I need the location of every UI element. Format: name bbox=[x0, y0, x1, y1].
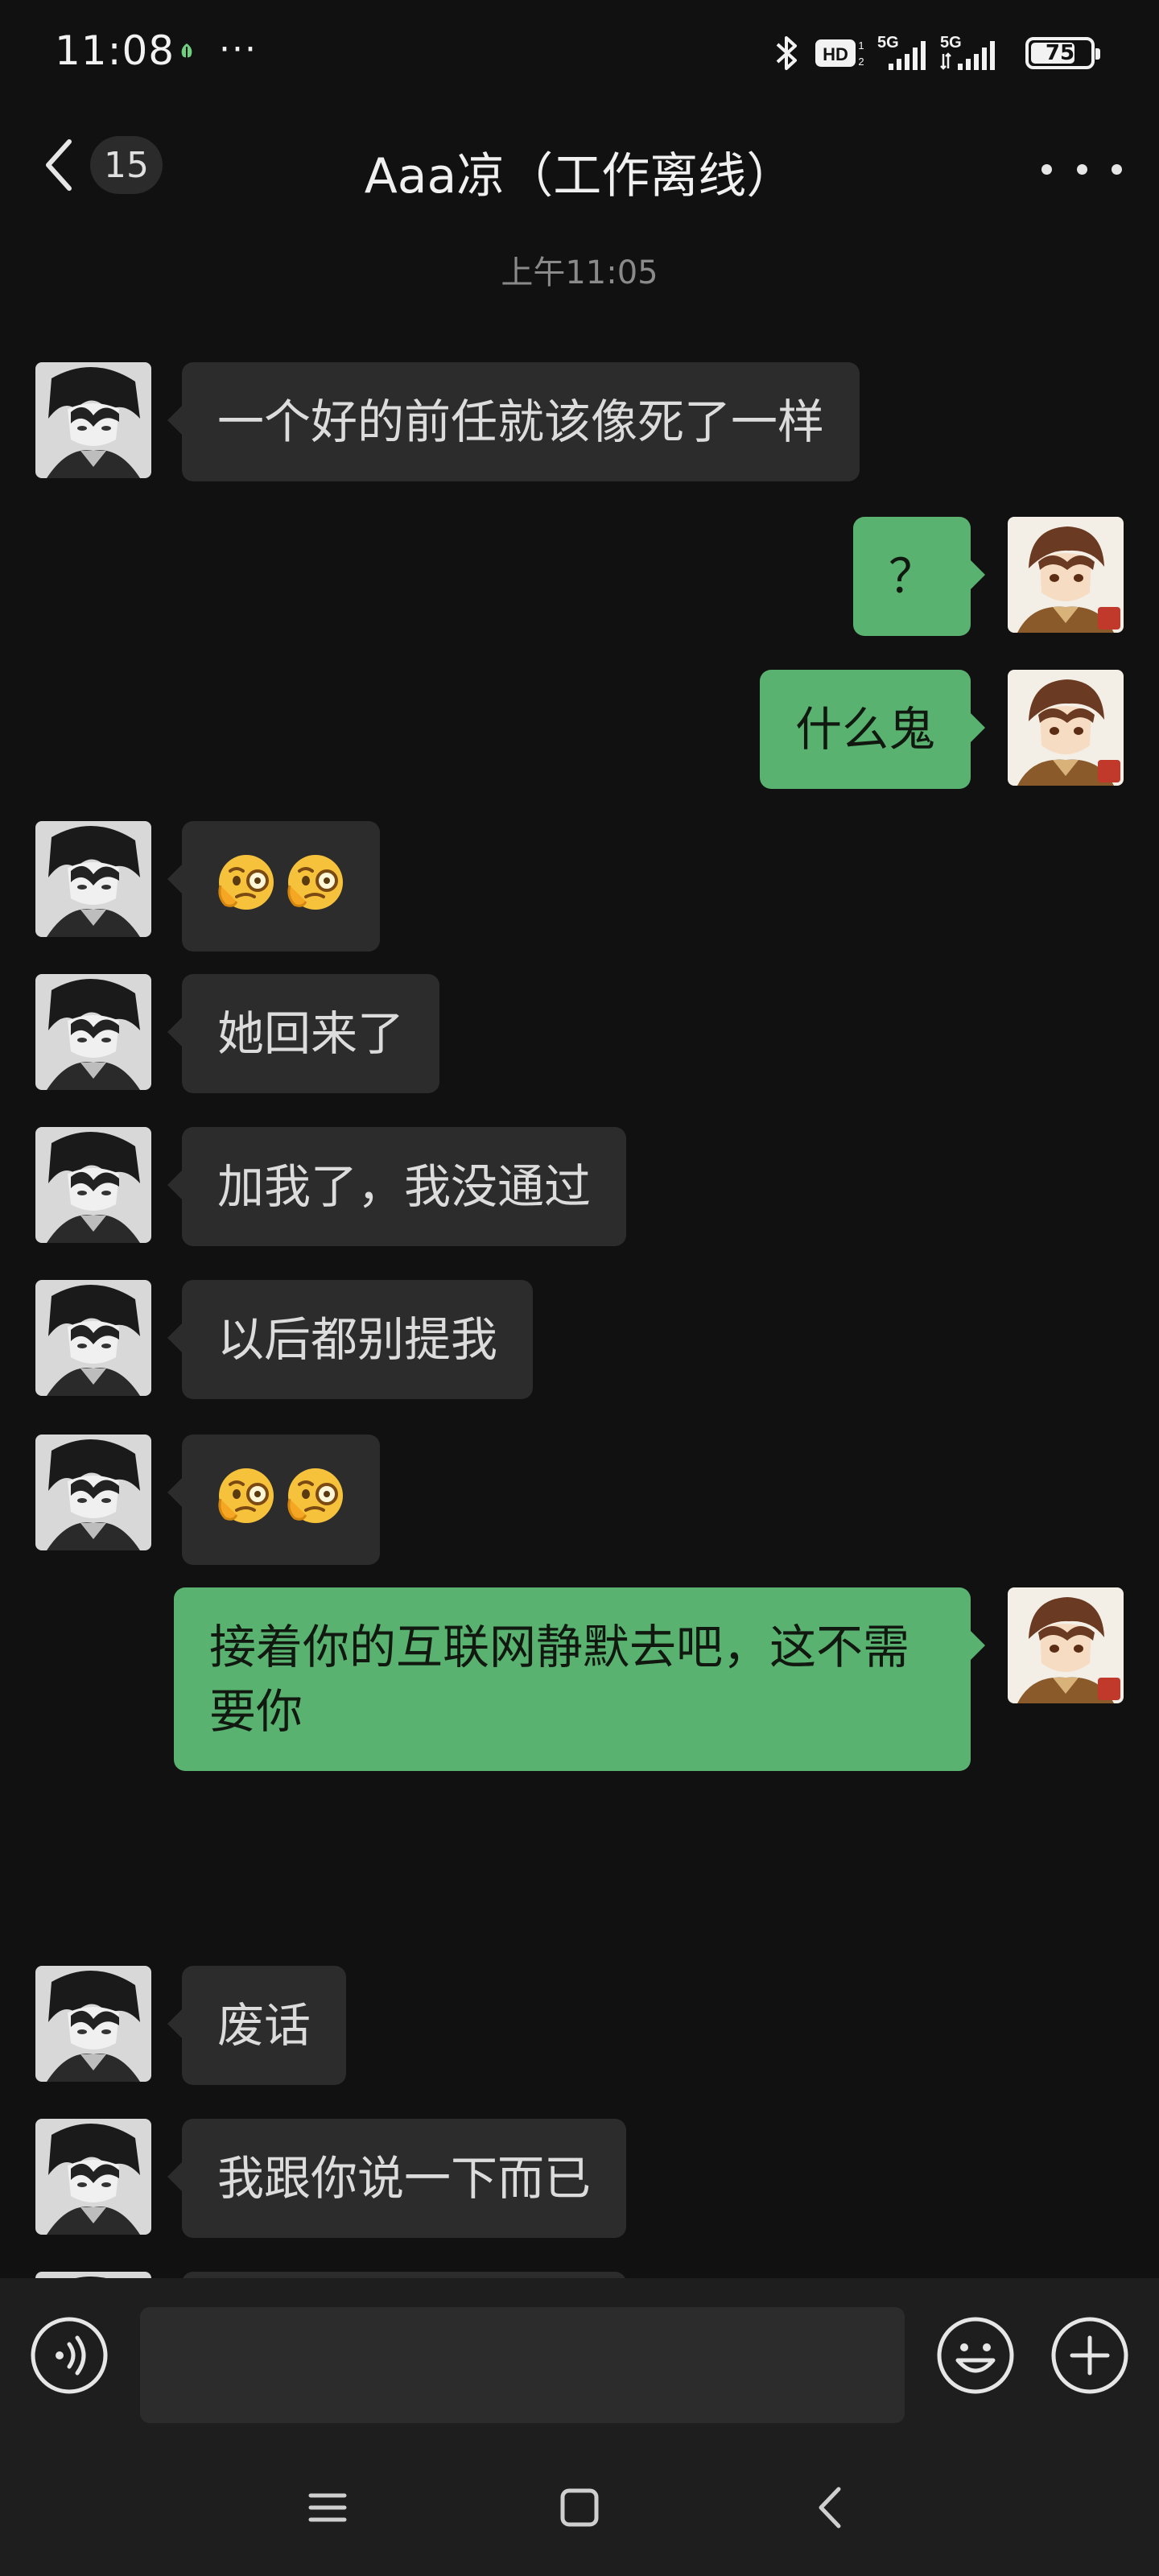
message-text: 什么鬼 bbox=[794, 702, 935, 757]
message-list[interactable]: 上午11:05 一个好的前任就该像死了一样？什么鬼 她回来了 加我了，我没通过 以后都… bbox=[0, 225, 1159, 2278]
status-icons: HD 1 2 5G 5G 75 bbox=[771, 31, 1100, 76]
chat-title: Aaa凉（工作离线） bbox=[364, 148, 795, 204]
message-bubble[interactable]: 接着你的互联网静默去吧，这不需要你 bbox=[174, 1587, 985, 1771]
hd-icon: HD 1 2 bbox=[815, 39, 864, 68]
more-dots-icon bbox=[1076, 163, 1087, 175]
message-text: 她回来了 bbox=[217, 1006, 405, 1061]
contact-avatar[interactable] bbox=[35, 1127, 151, 1243]
message-bubble[interactable]: ？ bbox=[852, 517, 986, 636]
contact-avatar[interactable] bbox=[35, 2272, 151, 2278]
chevron-left-icon bbox=[46, 139, 72, 191]
message-bubble[interactable]: 加我了，我没通过 bbox=[167, 1127, 627, 1246]
contact-avatar[interactable] bbox=[35, 1280, 151, 1396]
hd-label: HD bbox=[823, 44, 848, 64]
message-bubble[interactable]: 她回来了 bbox=[167, 974, 440, 1093]
bluetooth-icon bbox=[776, 36, 797, 70]
message-bubble[interactable]: 以后都不关我的事 bbox=[182, 2272, 627, 2278]
my-avatar[interactable] bbox=[1008, 670, 1124, 786]
svg-text:2: 2 bbox=[858, 56, 864, 68]
message-text: 接着你的互联网静默去吧，这不需要你 bbox=[209, 1620, 910, 1739]
message-text: ？ bbox=[888, 549, 935, 604]
network-label-2: 5G bbox=[940, 34, 962, 52]
signal-5g-icon: 5G bbox=[940, 34, 995, 70]
contact-avatar[interactable] bbox=[35, 1966, 151, 2082]
menu-icon[interactable] bbox=[299, 2479, 356, 2536]
emoji-row bbox=[214, 1457, 348, 1542]
message-bubble[interactable] bbox=[167, 821, 380, 952]
unread-count-badge: 15 bbox=[90, 136, 163, 194]
more-dots-icon bbox=[1112, 163, 1122, 175]
home-square-icon[interactable] bbox=[551, 2479, 608, 2536]
battery-level: 75 bbox=[1045, 41, 1075, 65]
emoji-row bbox=[214, 844, 348, 929]
system-navigation-bar bbox=[0, 2431, 1159, 2576]
plus-circle-icon[interactable] bbox=[1050, 2315, 1130, 2396]
back-button[interactable]: 15 bbox=[40, 129, 185, 201]
message-bubble[interactable]: 什么鬼 bbox=[759, 670, 986, 789]
message-bubble[interactable]: 一个好的前任就该像死了一样 bbox=[167, 362, 860, 481]
network-label-1: 5G bbox=[877, 34, 899, 52]
more-dots-icon bbox=[1041, 163, 1052, 175]
contact-avatar[interactable] bbox=[35, 821, 151, 937]
monocle-face-emoji bbox=[283, 848, 348, 929]
message-text: 以后都别提我 bbox=[217, 1312, 498, 1367]
voice-icon[interactable] bbox=[29, 2315, 109, 2396]
monocle-face-emoji bbox=[214, 848, 278, 929]
my-avatar[interactable] bbox=[1008, 1587, 1124, 1703]
message-text: 加我了，我没通过 bbox=[217, 1159, 592, 1214]
more-options-button[interactable] bbox=[1041, 145, 1122, 193]
chat-header: 15 Aaa凉（工作离线） bbox=[0, 105, 1159, 225]
message-text: 废话 bbox=[217, 1998, 311, 2053]
status-more-dots: ··· bbox=[219, 29, 258, 70]
message-timestamp: 上午11:05 bbox=[501, 254, 658, 291]
leaf-icon bbox=[181, 43, 192, 60]
message-bubble[interactable]: 我跟你说一下而已 bbox=[167, 2119, 627, 2238]
signal-5g-icon: 5G bbox=[877, 34, 926, 70]
contact-avatar[interactable] bbox=[35, 362, 151, 478]
contact-avatar[interactable] bbox=[35, 974, 151, 1090]
message-text: 我跟你说一下而已 bbox=[217, 2151, 592, 2206]
message-text: 一个好的前任就该像死了一样 bbox=[217, 394, 825, 449]
message-bubble[interactable] bbox=[167, 1435, 380, 1565]
svg-text:1: 1 bbox=[858, 39, 864, 52]
my-avatar[interactable] bbox=[1008, 517, 1124, 633]
input-bar bbox=[0, 2278, 1159, 2431]
message-input[interactable] bbox=[140, 2307, 905, 2423]
smiley-icon[interactable] bbox=[935, 2315, 1016, 2396]
status-time: 11:08 bbox=[55, 27, 175, 74]
message-bubble[interactable]: 以后都别提我 bbox=[167, 1280, 534, 1399]
back-chevron-icon[interactable] bbox=[803, 2479, 860, 2536]
contact-avatar[interactable] bbox=[35, 2119, 151, 2235]
status-bar: 11:08 ··· HD 1 2 5G 5G 75 bbox=[0, 0, 1159, 105]
monocle-face-emoji bbox=[283, 1462, 348, 1542]
contact-avatar[interactable] bbox=[35, 1435, 151, 1550]
message-bubble[interactable]: 废话 bbox=[167, 1966, 347, 2085]
monocle-face-emoji bbox=[214, 1462, 278, 1542]
battery-icon: 75 bbox=[1025, 37, 1100, 69]
